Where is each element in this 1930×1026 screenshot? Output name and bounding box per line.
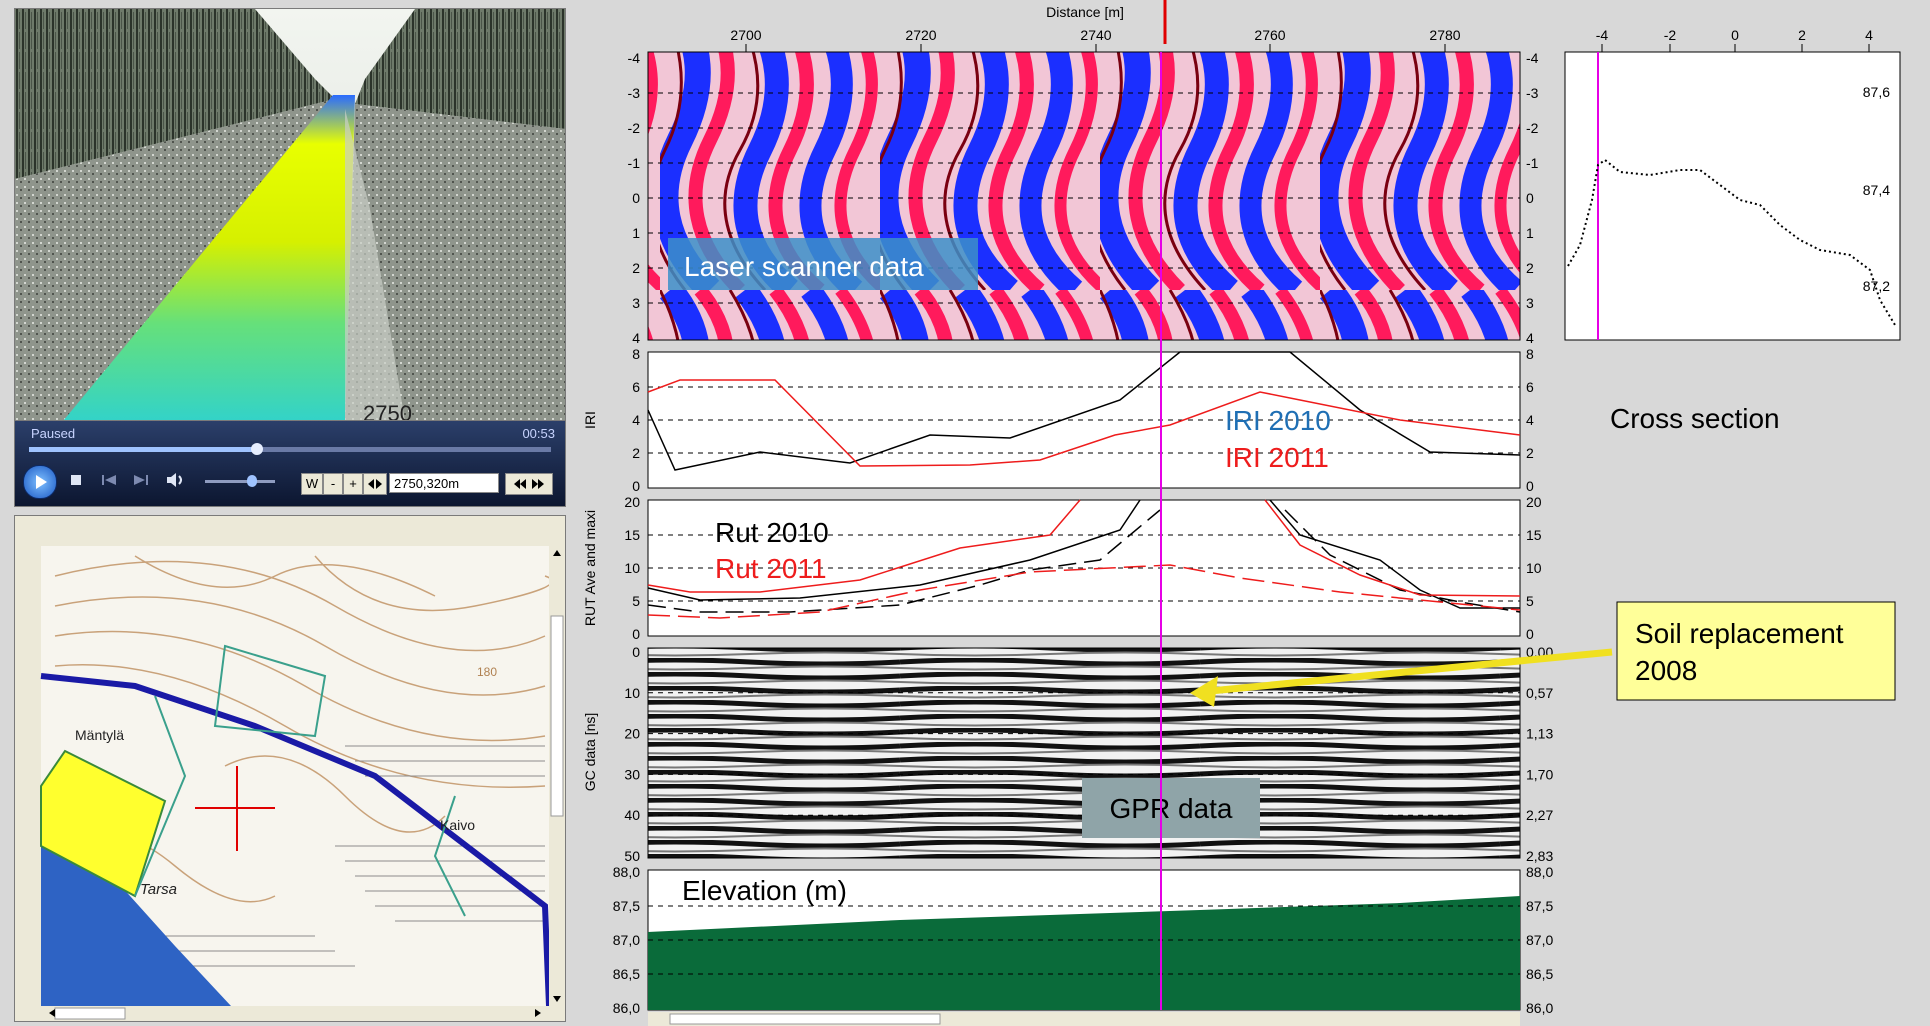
laser-tick-right: -3 <box>1526 85 1539 101</box>
laser-tick-left: 4 <box>632 330 640 346</box>
cross-section-x-tick: 4 <box>1865 27 1873 43</box>
gpr-tick-right: 2,27 <box>1526 807 1553 823</box>
laser-label: Laser scanner data <box>684 251 924 282</box>
laser-tick-left: 1 <box>632 225 640 241</box>
distance-tick-label: 2700 <box>730 27 761 43</box>
laser-tick-right: 2 <box>1526 260 1534 276</box>
elevation-label: Elevation (m) <box>682 875 847 906</box>
laser-tick-right: 0 <box>1526 190 1534 206</box>
cross-section-y-tick: 87,2 <box>1863 278 1890 294</box>
iri-tick-left: 4 <box>632 412 640 428</box>
rut-tick-right: 15 <box>1526 527 1542 543</box>
elevation-tick-right: 86,5 <box>1526 966 1553 982</box>
cross-section-label: Cross section <box>1610 403 1780 434</box>
distance-tick-label: 2780 <box>1429 27 1460 43</box>
iri-tick-left: 2 <box>632 445 640 461</box>
laser-tick-left: 3 <box>632 295 640 311</box>
laser-tick-left: -3 <box>628 85 641 101</box>
rut-tick-right: 0 <box>1526 626 1534 642</box>
laser-tick-right: 3 <box>1526 295 1534 311</box>
cross-section-x-tick: 0 <box>1731 27 1739 43</box>
cross-section-panel <box>1564 51 1901 341</box>
gpr-tick-left: 20 <box>624 726 640 742</box>
iri-tick-right: 2 <box>1526 445 1534 461</box>
gpr-tick-left: 10 <box>624 685 640 701</box>
callout-line-1: Soil replacement <box>1635 618 1844 649</box>
gpr-tick-right: 1,70 <box>1526 766 1553 782</box>
plot-scroll-thumb[interactable] <box>669 1013 941 1025</box>
rut-2010-label: Rut 2010 <box>715 517 829 548</box>
laser-tick-left: -2 <box>628 120 641 136</box>
laser-tick-left: 2 <box>632 260 640 276</box>
distance-tick-label: 2760 <box>1254 27 1285 43</box>
cross-section-y-tick: 87,6 <box>1863 84 1890 100</box>
gpr-tick-left: 30 <box>624 766 640 782</box>
elevation-tick-left: 87,0 <box>613 932 640 948</box>
gpr-tick-right: 2,83 <box>1526 848 1553 864</box>
laser-tick-right: -1 <box>1526 155 1539 171</box>
elevation-tick-right: 86,0 <box>1526 1000 1553 1016</box>
iri-ylabel: IRI <box>582 411 598 429</box>
iri-tick-right: 8 <box>1526 346 1534 362</box>
distance-axis-title: Distance [m] <box>1046 4 1124 20</box>
distance-tick-label: 2740 <box>1080 27 1111 43</box>
analysis-plots: Distance [m] 2700 2720 2740 2760 2780 -4 -4 -3… <box>582 0 1901 1026</box>
iri-tick-right: 6 <box>1526 379 1534 395</box>
rut-tick-left: 0 <box>632 626 640 642</box>
gpr-tick-left: 0 <box>632 644 640 660</box>
rut-2011-label: Rut 2011 <box>715 553 827 584</box>
iri-2011-label: IRI 2011 <box>1225 442 1329 473</box>
elevation-tick-left: 86,5 <box>613 966 640 982</box>
rut-ylabel: RUT Ave and maxi <box>582 510 598 626</box>
gpr-label: GPR data <box>1110 793 1233 824</box>
rut-tick-left: 15 <box>624 527 640 543</box>
elevation-tick-right: 88,0 <box>1526 864 1553 880</box>
laser-tick-right: -2 <box>1526 120 1539 136</box>
cross-section-x-tick: -4 <box>1596 27 1609 43</box>
iri-2010-label: IRI 2010 <box>1225 405 1331 436</box>
laser-tick-left: -4 <box>628 50 641 66</box>
gpr-tick-right: 1,13 <box>1526 726 1553 742</box>
elevation-tick-left: 86,0 <box>613 1000 640 1016</box>
rut-tick-left: 5 <box>632 593 640 609</box>
callout-line-2: 2008 <box>1635 655 1697 686</box>
elevation-tick-left: 88,0 <box>613 864 640 880</box>
distance-axis-ticks: 2700 2720 2740 2760 2780 <box>730 27 1461 52</box>
laser-tick-left: -1 <box>628 155 641 171</box>
cross-section-x-tick: -2 <box>1664 27 1677 43</box>
elevation-tick-right: 87,0 <box>1526 932 1553 948</box>
rut-tick-left: 20 <box>624 494 640 510</box>
gpr-tick-left: 50 <box>624 848 640 864</box>
iri-tick-left: 8 <box>632 346 640 362</box>
rut-tick-left: 10 <box>624 560 640 576</box>
rut-tick-right: 5 <box>1526 593 1534 609</box>
gpr-ylabel: GC data [ns] <box>582 713 598 792</box>
laser-tick-right: 1 <box>1526 225 1534 241</box>
cross-section-x-tick: 2 <box>1798 27 1806 43</box>
iri-tick-left: 0 <box>632 478 640 494</box>
iri-tick-right: 4 <box>1526 412 1534 428</box>
rut-tick-right: 20 <box>1526 494 1542 510</box>
laser-scanner-panel <box>647 51 1521 341</box>
gpr-tick-left: 40 <box>624 807 640 823</box>
iri-tick-left: 6 <box>632 379 640 395</box>
gpr-tick-right: 0,57 <box>1526 685 1553 701</box>
laser-tick-left: 0 <box>632 190 640 206</box>
iri-tick-right: 0 <box>1526 478 1534 494</box>
elevation-tick-left: 87,5 <box>613 898 640 914</box>
cross-section-y-tick: 87,4 <box>1863 182 1890 198</box>
elevation-tick-right: 87,5 <box>1526 898 1553 914</box>
distance-tick-label: 2720 <box>905 27 936 43</box>
laser-tick-right: 4 <box>1526 330 1534 346</box>
rut-tick-right: 10 <box>1526 560 1542 576</box>
laser-tick-right: -4 <box>1526 50 1539 66</box>
